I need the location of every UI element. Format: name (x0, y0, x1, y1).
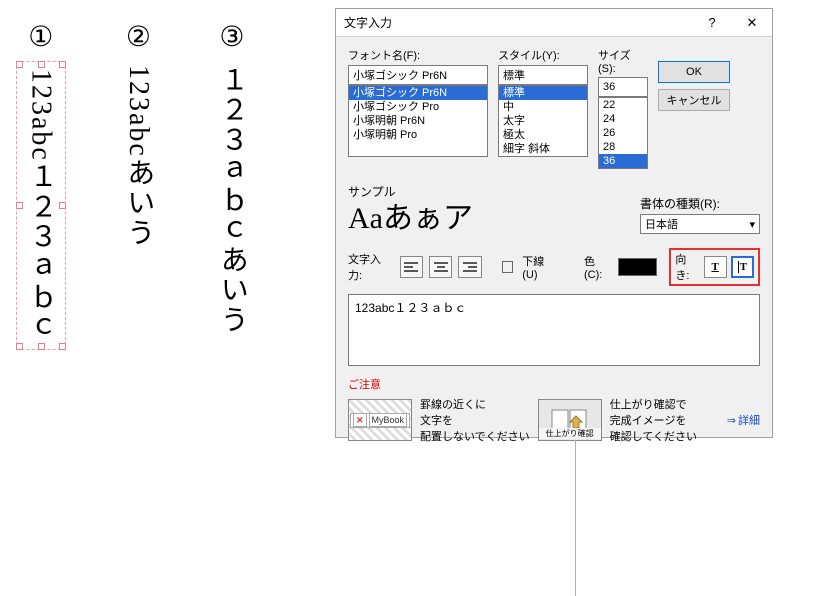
list-item[interactable]: 28 (599, 140, 647, 154)
style-label: スタイル(Y): (498, 47, 588, 63)
align-right-icon[interactable] (458, 256, 481, 278)
align-left-icon[interactable] (400, 256, 423, 278)
size-input[interactable] (598, 77, 648, 97)
resize-handle[interactable] (16, 202, 23, 209)
style-input[interactable] (498, 65, 588, 85)
dialog-title: 文字入力 (344, 14, 692, 31)
details-link[interactable]: ⇒詳細 (727, 412, 760, 428)
mybook-label: MyBook (369, 413, 408, 427)
script-label: 書体の種類(R): (640, 195, 760, 212)
color-swatch[interactable] (618, 258, 657, 276)
align-center-icon[interactable] (429, 256, 452, 278)
list-item[interactable]: 小塚ゴシック Pr6N (349, 86, 487, 100)
caution-text-1: 罫線の近くに 文字を 配置しないでください (420, 396, 530, 444)
help-button[interactable]: ? (692, 9, 732, 37)
resize-handle[interactable] (16, 61, 23, 68)
close-button[interactable]: ✕ (732, 9, 772, 37)
font-list[interactable]: 小塚ゴシック Pr6N小塚ゴシック Pro小塚明朝 Pr6N小塚明朝 Pro (348, 85, 488, 157)
cancel-button[interactable]: キャンセル (658, 89, 730, 111)
orientation-v-glyph: T (738, 261, 747, 273)
sample-2-text: 123abcあいう (122, 65, 156, 248)
sample-1: ① 123abc１２３ａｂｃ (20, 20, 62, 346)
orientation-h-glyph: T (711, 261, 718, 273)
orientation-label: 向き: (675, 251, 699, 283)
sample-2: ② 123abcあいう (122, 20, 156, 346)
canvas-samples: ① 123abc１２３ａｂｃ ② 123abcあいう ③ １２３ａｂｃあいう (20, 20, 249, 346)
text-input-value: 123abc１２３ａｂｃ (355, 301, 466, 315)
input-label: 文字入力: (348, 251, 394, 283)
style-list[interactable]: 標準中太字極太細字 斜体斜体中 斜体 (498, 85, 588, 157)
sample-3: ③ １２３ａｂｃあいう (215, 20, 249, 346)
size-label: サイズ(S): (598, 47, 648, 75)
text-input-dialog: 文字入力 ? ✕ フォント名(F): 小塚ゴシック Pr6N小塚ゴシック Pro… (335, 8, 773, 438)
script-select[interactable]: 日本語 ▾ (640, 214, 760, 234)
sample-2-number: ② (126, 20, 151, 53)
arrow-icon: ⇒ (727, 415, 736, 427)
resize-handle[interactable] (59, 61, 66, 68)
sample-3-number: ③ (219, 20, 244, 53)
list-item[interactable]: 標準 (499, 86, 587, 100)
sample-render: Aaあぁア (348, 204, 620, 234)
list-item[interactable]: 極太 (499, 128, 587, 142)
font-label: フォント名(F): (348, 47, 488, 63)
sample-3-text: １２３ａｂｃあいう (215, 65, 249, 335)
underline-checkbox[interactable] (502, 261, 514, 273)
preview-thumb-label: 仕上がり確認 (539, 428, 601, 439)
caution-text-2: 仕上がり確認で 完成イメージを 確認してください (610, 396, 697, 444)
orientation-horizontal-button[interactable]: T (704, 256, 727, 278)
sample-label: サンプル (348, 183, 620, 200)
ok-button[interactable]: OK (658, 61, 730, 83)
list-item[interactable]: 小塚明朝 Pr6N (349, 114, 487, 128)
sample-1-number: ① (28, 20, 53, 53)
color-label: 色(C): (584, 253, 612, 281)
chevron-down-icon: ▾ (749, 218, 755, 231)
list-item[interactable]: 48 (599, 168, 647, 169)
titlebar[interactable]: 文字入力 ? ✕ (336, 9, 772, 37)
text-input-area[interactable]: 123abc１２３ａｂｃ (348, 294, 760, 366)
underline-label: 下線(U) (522, 253, 558, 281)
orientation-group: 向き: T T (669, 248, 760, 286)
list-item[interactable]: 36 (599, 154, 647, 168)
list-item[interactable]: 中 (499, 100, 587, 114)
list-item[interactable]: 小塚ゴシック Pro (349, 100, 487, 114)
resize-handle[interactable] (38, 343, 45, 350)
resize-handle[interactable] (59, 202, 66, 209)
mybook-thumb: ✕MyBook (348, 399, 412, 441)
list-item[interactable]: 24 (599, 112, 647, 126)
list-item[interactable]: 小塚明朝 Pro (349, 128, 487, 142)
resize-handle[interactable] (38, 61, 45, 68)
list-item[interactable]: 22 (599, 98, 647, 112)
list-item[interactable]: 26 (599, 126, 647, 140)
resize-handle[interactable] (59, 343, 66, 350)
orientation-vertical-button[interactable]: T (731, 256, 754, 278)
size-list[interactable]: 22242628364872 (598, 97, 648, 169)
list-item[interactable]: 細字 斜体 (499, 142, 587, 156)
resize-handle[interactable] (16, 343, 23, 350)
preview-thumb[interactable]: 仕上がり確認 (538, 399, 602, 441)
sample-1-selection[interactable]: 123abc１２３ａｂｃ (20, 65, 62, 346)
caution-label: ご注意 (348, 376, 760, 392)
list-item[interactable]: 太字 (499, 114, 587, 128)
details-label: 詳細 (738, 415, 760, 427)
font-input[interactable] (348, 65, 488, 85)
sample-1-text: 123abc１２３ａｂｃ (24, 69, 58, 342)
script-select-value: 日本語 (645, 216, 678, 232)
list-item[interactable]: 斜体 (499, 156, 587, 157)
page-divider (575, 440, 576, 596)
